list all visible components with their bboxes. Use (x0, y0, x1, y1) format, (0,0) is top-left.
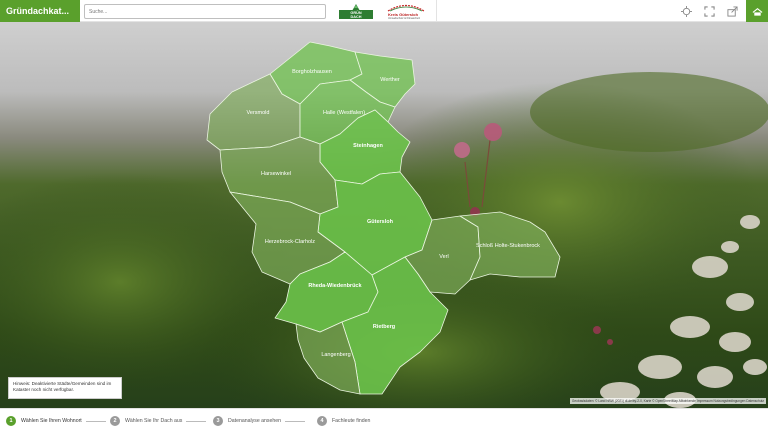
search-input[interactable] (84, 4, 326, 19)
district-label-steinhagen: Steinhagen (353, 143, 383, 149)
kreis-logo-subtext: Umweltschutz & Klimaschutz (388, 17, 421, 20)
gruendach-logo[interactable]: GRÜN DACH (338, 2, 374, 21)
step-navigation: 1 Wählen Sie Ihren Wohnort 2 Wählen Sie … (0, 408, 768, 432)
map-view[interactable]: Borgholzhausen Werther Versmold Halle (W… (0, 22, 768, 408)
step-connector (285, 420, 306, 422)
district-label-halle: Halle (Westfalen) (323, 110, 365, 116)
notice-box: Hinweis: Deaktivierte Städte/Gemeinden s… (8, 377, 122, 399)
roof-icon (752, 7, 762, 16)
locate-icon (680, 5, 692, 17)
district-label-borgholzhausen: Borgholzhausen (292, 69, 332, 75)
district-label-versmold: Versmold (247, 110, 270, 116)
step-label: Datenanalyse ansehen (228, 418, 282, 424)
step-connector (85, 420, 106, 422)
district-label-herzebrock-clarholz: Herzebrock-Clarholz (265, 239, 315, 245)
step-label: Wählen Sie Ihr Dach aus (125, 418, 183, 424)
district-label-verl: Verl (439, 254, 448, 260)
step-connector (186, 420, 207, 422)
step-number: 2 (110, 416, 120, 426)
share-button[interactable] (721, 0, 743, 22)
locate-button[interactable] (675, 0, 697, 22)
district-label-werther: Werther (380, 77, 400, 83)
share-icon (726, 5, 738, 17)
district-label-rheda-wiedenbrueck: Rheda-Wiedenbrück (308, 283, 362, 289)
step-label: Fachleute finden (332, 418, 371, 424)
step-3[interactable]: 3 Datenanalyse ansehen (213, 415, 306, 427)
step-number: 3 (213, 416, 223, 426)
district-map: Borgholzhausen Werther Versmold Halle (W… (206, 41, 561, 395)
step-2[interactable]: 2 Wählen Sie Ihr Dach aus (110, 415, 207, 427)
step-number: 4 (317, 416, 327, 426)
svg-text:DACH: DACH (351, 15, 362, 19)
fullscreen-button[interactable] (698, 0, 720, 22)
step-4[interactable]: 4 Fachleute finden (317, 415, 370, 427)
header-divider (436, 0, 437, 22)
district-label-guetersloh: Gütersloh (367, 219, 394, 225)
app-title[interactable]: Gründachkat... (0, 0, 80, 22)
district-label-harsewinkel: Harsewinkel (261, 171, 291, 177)
step-number: 1 (6, 416, 16, 426)
app-header: Gründachkat... GRÜN DACH Kreis Gütersloh… (0, 0, 768, 22)
district-label-langenberg: Langenberg (321, 352, 350, 358)
kreis-guetersloh-logo[interactable]: Kreis Gütersloh Umweltschutz & Klimaschu… (380, 2, 432, 21)
map-attribution[interactable]: Geobasisdaten: © Land NRW (2021) dl-de/b… (569, 398, 766, 404)
step-1[interactable]: 1 Wählen Sie Ihren Wohnort (6, 415, 106, 427)
roof-button[interactable] (746, 0, 768, 22)
district-label-rietberg: Rietberg (373, 324, 395, 330)
step-label: Wählen Sie Ihren Wohnort (21, 418, 82, 424)
district-label-schloss-holte: Schloß Holte-Stukenbrock (476, 243, 540, 249)
fullscreen-icon (703, 5, 715, 17)
